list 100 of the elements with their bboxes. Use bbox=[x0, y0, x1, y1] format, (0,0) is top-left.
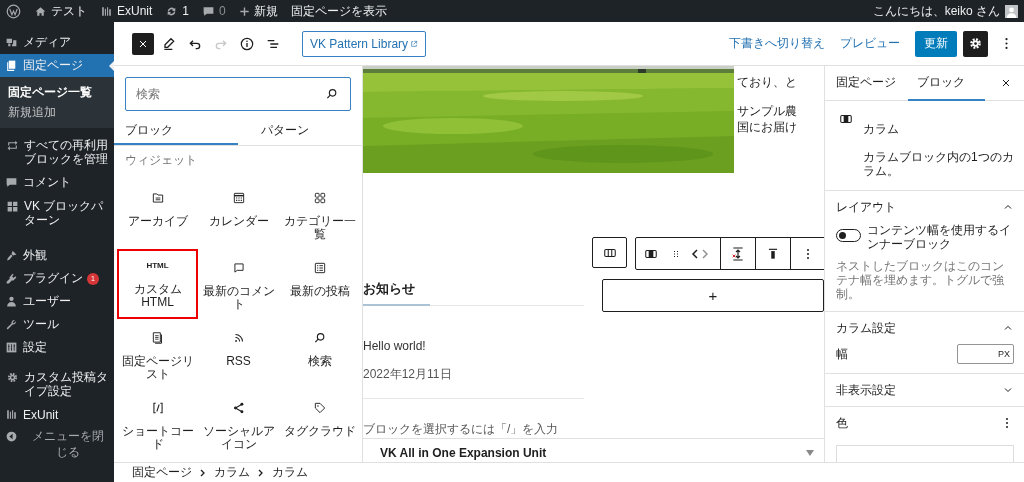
block-item[interactable]: アーカイブ bbox=[117, 179, 198, 249]
menu-item[interactable]: ユーザー bbox=[0, 290, 114, 313]
block-title: カラム bbox=[863, 121, 900, 138]
block-item[interactable]: 最新の投稿 bbox=[279, 249, 360, 319]
collapse-icon bbox=[5, 430, 18, 443]
close-icon[interactable] bbox=[1000, 77, 1012, 89]
post-date: 2022年12月11日 bbox=[363, 366, 584, 399]
submenu-item[interactable]: 新規追加 bbox=[0, 102, 114, 122]
speech-bubble-icon bbox=[202, 4, 216, 18]
breadcrumb-link[interactable]: カラム bbox=[214, 464, 250, 481]
plus-icon bbox=[238, 4, 250, 18]
search-icon bbox=[325, 87, 339, 101]
block-item[interactable]: ショートコード bbox=[117, 389, 198, 459]
update-button[interactable]: 更新 bbox=[915, 30, 957, 57]
close-button[interactable] bbox=[132, 32, 154, 55]
menu-item[interactable]: VK ブロックパターン bbox=[0, 194, 114, 232]
grid-icon bbox=[312, 191, 327, 205]
menu-item[interactable]: ExUnit bbox=[0, 403, 114, 426]
block-item[interactable]: 最新のコメント bbox=[198, 249, 279, 319]
select-parent-button[interactable] bbox=[592, 237, 627, 268]
field-label: 幅 bbox=[836, 345, 848, 363]
align-top-icon bbox=[766, 246, 780, 261]
preview-link[interactable]: プレビュー bbox=[840, 35, 900, 52]
panel-title[interactable]: レイアウト bbox=[836, 198, 896, 216]
avatar-icon[interactable] bbox=[1005, 4, 1018, 18]
menu-item[interactable]: 設定 bbox=[0, 336, 114, 359]
switch-to-draft-link[interactable]: 下書きへ切り替え bbox=[729, 35, 825, 52]
external-link-icon bbox=[410, 39, 419, 48]
section-heading: お知らせ bbox=[363, 270, 584, 306]
list-icon bbox=[312, 261, 327, 275]
block-item[interactable]: カテゴリー一覧 bbox=[279, 179, 360, 249]
text-input[interactable]: ブロックを選択するには「/」を入力 bbox=[363, 421, 584, 438]
block-item[interactable]: HTML カスタム HTML bbox=[117, 249, 198, 319]
category-heading: ウィジェット bbox=[124, 152, 198, 169]
move-left-icon[interactable] bbox=[690, 246, 700, 261]
greeting-text: こんにちは、keiko さん bbox=[872, 2, 1000, 20]
view-page-link[interactable]: 固定ページを表示 bbox=[290, 2, 387, 20]
tab[interactable]: パターン bbox=[238, 117, 362, 145]
pattern-library-button[interactable]: VK Pattern Library bbox=[302, 30, 427, 57]
width-field[interactable]: PX bbox=[957, 344, 1014, 364]
camera-icon bbox=[5, 36, 18, 49]
site-name-link[interactable]: テスト bbox=[34, 2, 87, 20]
block-item[interactable]: タグクラウド bbox=[279, 389, 360, 459]
menu-item[interactable]: すべての再利用ブロックを管理 bbox=[0, 133, 114, 171]
loop-arrows-icon bbox=[6, 139, 19, 152]
brush-icon bbox=[5, 249, 18, 262]
plugin-menu-link[interactable]: ExUnit bbox=[100, 4, 153, 18]
pages-icon bbox=[5, 59, 18, 72]
person-icon bbox=[5, 295, 18, 308]
new-content-link[interactable]: 新規 bbox=[238, 2, 278, 20]
panel-title[interactable]: 非表示設定 bbox=[836, 381, 896, 399]
search-field[interactable]: 検索 bbox=[125, 77, 351, 111]
column-icon bbox=[839, 112, 853, 126]
brackets-icon bbox=[150, 401, 165, 415]
menu-item[interactable]: 外観 bbox=[0, 244, 114, 267]
breadcrumb-link[interactable]: 固定ページ bbox=[132, 464, 192, 481]
meta-box-title: VK All in One Expansion Unit bbox=[380, 446, 548, 460]
comments-link[interactable]: 0 bbox=[202, 4, 226, 18]
tab[interactable]: ブロック bbox=[908, 66, 985, 101]
pencil-icon bbox=[161, 35, 177, 52]
info-icon bbox=[239, 35, 255, 52]
block-description: カラムブロック内の1つのカラム。 bbox=[863, 150, 1015, 178]
post-title[interactable]: Hello world! bbox=[363, 339, 584, 353]
speech-bubble-icon bbox=[231, 261, 246, 275]
block-item[interactable]: RSS bbox=[198, 319, 279, 389]
menu-item[interactable]: メディア bbox=[0, 31, 114, 54]
settings-button[interactable] bbox=[963, 30, 988, 57]
menu-item[interactable]: コメント bbox=[0, 171, 114, 194]
block-icon-text: HTML bbox=[146, 260, 169, 272]
add-block-button[interactable]: + bbox=[602, 279, 824, 312]
wordpress-logo-icon[interactable] bbox=[6, 3, 21, 19]
block-item[interactable]: 検索 bbox=[279, 319, 360, 389]
panel-title[interactable]: 色 bbox=[836, 414, 848, 432]
menu-item[interactable]: ツール bbox=[0, 313, 114, 336]
block-item[interactable]: カレンダー bbox=[198, 179, 279, 249]
chevron-right-icon bbox=[200, 468, 206, 477]
tab[interactable]: ブロック bbox=[114, 117, 238, 145]
home-icon bbox=[34, 4, 47, 18]
submenu-item[interactable]: 固定ページ一覧 bbox=[0, 82, 114, 102]
block-item[interactable]: 固定ページリスト bbox=[117, 319, 198, 389]
folder-icon bbox=[150, 191, 165, 205]
menu-item[interactable]: 固定ページ bbox=[0, 54, 114, 77]
menu-item[interactable]: カスタム投稿タイプ設定 bbox=[0, 365, 114, 403]
tab[interactable]: 固定ページ bbox=[825, 66, 908, 101]
sliders-icon bbox=[5, 341, 18, 354]
tag-icon bbox=[312, 401, 327, 415]
body-text: サンプル農 bbox=[737, 103, 797, 119]
toggle-switch[interactable] bbox=[836, 229, 861, 242]
panel-title[interactable]: カラム設定 bbox=[836, 319, 896, 337]
block-item[interactable]: ソーシャルアイコン bbox=[198, 389, 279, 459]
help-text: ネストしたブロックはこのコンテナ幅を埋めます。トグルで強制。 bbox=[836, 259, 1005, 301]
gear-icon bbox=[6, 371, 19, 384]
share-icon bbox=[231, 401, 246, 415]
vertical-align-icon bbox=[730, 245, 746, 262]
chevron-right-icon bbox=[258, 468, 264, 477]
collapse-menu-button[interactable]: メニューを閉じる bbox=[0, 427, 114, 461]
updates-link[interactable]: 1 bbox=[165, 4, 190, 18]
speech-bubble-icon bbox=[5, 176, 18, 189]
breadcrumb-link[interactable]: カラム bbox=[272, 464, 308, 481]
unit-label: PX bbox=[998, 349, 1010, 359]
